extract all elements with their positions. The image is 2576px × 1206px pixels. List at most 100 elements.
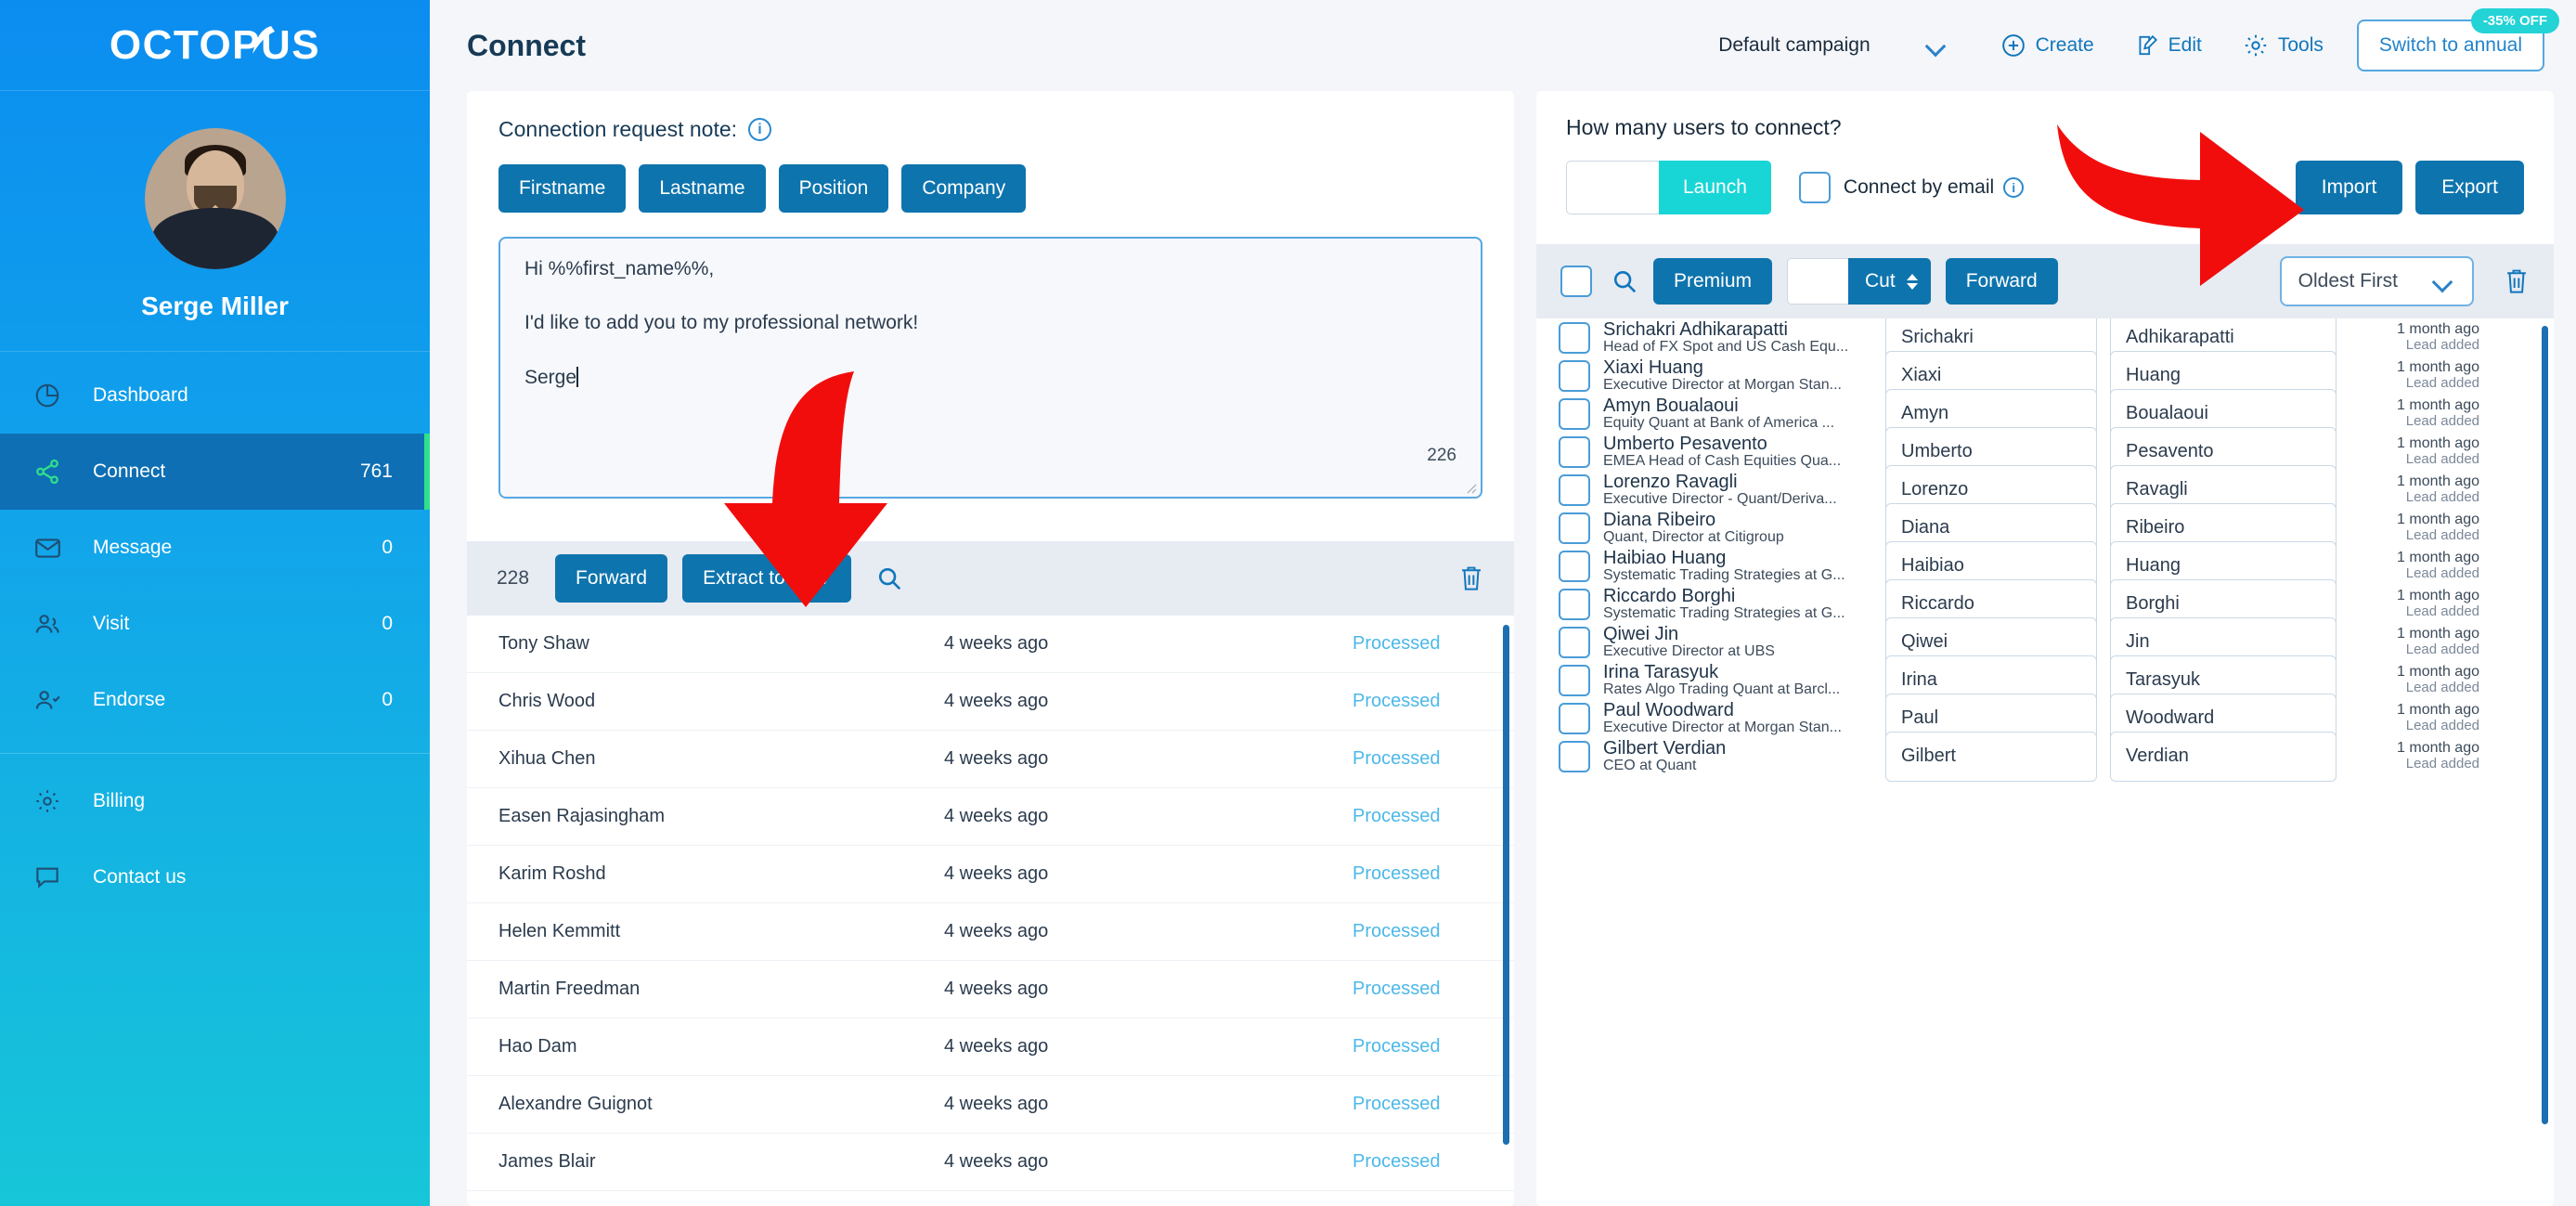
trash-icon[interactable]	[2504, 266, 2530, 296]
cut-button[interactable]: Cut	[1848, 258, 1931, 305]
cut-count-input[interactable]	[1787, 258, 1849, 305]
table-row[interactable]: James Blair 4 weeks ago Processed	[467, 1134, 1514, 1191]
connect-users-header: How many users to connect? Launch Connec…	[1536, 91, 2554, 214]
left-list-scrollbar[interactable]	[1503, 625, 1509, 1145]
info-icon[interactable]: i	[2003, 177, 2025, 198]
contact-checkbox[interactable]	[1559, 702, 1590, 734]
table-row[interactable]: Martin Freedman 4 weeks ago Processed	[467, 961, 1514, 1018]
right-list-scrollbar[interactable]	[2542, 326, 2548, 1124]
sidebar-item-endorse[interactable]: Endorse 0	[0, 662, 430, 738]
top-bar: Connect Default campaign Create Edit Too…	[430, 0, 2576, 91]
contact-checkbox[interactable]	[1559, 435, 1590, 468]
search-icon[interactable]	[1611, 267, 1638, 295]
import-button[interactable]: Import	[2295, 161, 2403, 214]
table-row[interactable]: Hao Dam 4 weeks ago Processed	[467, 1018, 1514, 1076]
contact-checkbox[interactable]	[1559, 397, 1590, 430]
forward-button[interactable]: Forward	[555, 554, 668, 603]
contact-identity: Umberto Pesavento EMEA Head of Cash Equi…	[1603, 434, 1872, 470]
export-button[interactable]: Export	[2415, 161, 2524, 214]
last-name-field[interactable]: Verdian	[2110, 731, 2337, 782]
sidebar-divider	[0, 753, 430, 754]
contact-time: 1 month ago	[2397, 435, 2479, 452]
contact-checkbox[interactable]	[1559, 740, 1590, 772]
sidebar-item-contact-us[interactable]: Contact us	[0, 839, 430, 915]
gear-icon	[2245, 34, 2267, 57]
premium-button[interactable]: Premium	[1653, 258, 1773, 305]
connect-by-email-label: Connect by email	[1843, 176, 1995, 198]
sidebar-item-count: 0	[382, 689, 393, 710]
forward-button[interactable]: Forward	[1945, 258, 2058, 305]
search-icon[interactable]	[875, 564, 903, 592]
table-row[interactable]: Alexandre Guignot 4 weeks ago Processed	[467, 1076, 1514, 1134]
table-row[interactable]: Xihua Chen 4 weeks ago Processed	[467, 731, 1514, 788]
launch-button[interactable]: Launch	[1659, 161, 1771, 214]
contact-checkbox[interactable]	[1559, 512, 1590, 544]
status-badge: Processed	[1353, 863, 1441, 884]
contact-identity: Srichakri Adhikarapatti Head of FX Spot …	[1603, 319, 1872, 356]
extract-to-csv-button[interactable]: Extract to CSV	[682, 554, 851, 603]
first-name-field[interactable]: Gilbert	[1885, 731, 2097, 782]
contact-checkbox[interactable]	[1559, 664, 1590, 696]
tag-company-button[interactable]: Company	[901, 164, 1027, 213]
contact-checkbox[interactable]	[1559, 626, 1590, 658]
table-row[interactable]: Tony Shaw 4 weeks ago Processed	[467, 616, 1514, 673]
contact-title: Executive Director at Morgan Stan...	[1603, 377, 1842, 393]
campaign-dropdown[interactable]: Default campaign	[1718, 34, 1948, 57]
contact-event: Lead added	[2405, 603, 2479, 620]
contact-title: Executive Director at UBS	[1603, 643, 1775, 659]
contact-checkbox[interactable]	[1559, 473, 1590, 506]
select-all-checkbox[interactable]	[1560, 266, 1592, 297]
logo-area[interactable]: OCTOPUS	[0, 0, 430, 91]
users-count-input[interactable]	[1566, 161, 1659, 214]
contact-identity: Irina Tarasyuk Rates Algo Trading Quant …	[1603, 662, 1872, 698]
create-button[interactable]: Create	[1980, 32, 2115, 58]
contact-title: Executive Director - Quant/Deriva...	[1603, 491, 1837, 507]
tag-firstname-button[interactable]: Firstname	[498, 164, 627, 213]
status-badge: Processed	[1353, 921, 1441, 941]
contact-time: 1 month ago	[2397, 588, 2479, 604]
sidebar-item-message[interactable]: Message 0	[0, 510, 430, 586]
tag-lastname-button[interactable]: Lastname	[639, 164, 766, 213]
list-item[interactable]: Gilbert Verdian CEO at Quant Gilbert Ver…	[1536, 731, 2554, 782]
avatar-body	[151, 208, 278, 269]
contact-event: Lead added	[2405, 527, 2479, 544]
table-row[interactable]: Easen Rajasingham 4 weeks ago Processed	[467, 788, 1514, 846]
tools-button[interactable]: Tools	[2222, 32, 2344, 58]
contact-event: Lead added	[2405, 489, 2479, 506]
table-row[interactable]: Chris Wood 4 weeks ago Processed	[467, 673, 1514, 731]
sidebar-item-connect[interactable]: Connect 761	[0, 434, 430, 510]
note-header: Connection request note: i Firstname Las…	[467, 91, 1514, 213]
sidebar-item-billing[interactable]: Billing	[0, 763, 430, 839]
note-textarea[interactable]: Hi %%first_name%%, I'd like to add you t…	[498, 237, 1482, 499]
sort-dropdown[interactable]: Oldest First	[2279, 256, 2474, 306]
contact-checkbox[interactable]	[1559, 359, 1590, 392]
content-area: Connection request note: i Firstname Las…	[430, 91, 2576, 1206]
users-question-label: How many users to connect?	[1566, 115, 1842, 139]
contact-name: Paul Woodward	[1603, 699, 1734, 720]
sidebar-item-label: Contact us	[93, 866, 187, 888]
tag-position-button[interactable]: Position	[778, 164, 889, 213]
contact-identity: Qiwei Jin Executive Director at UBS	[1603, 624, 1872, 660]
resize-grip-icon[interactable]	[1462, 479, 1477, 494]
trash-icon[interactable]	[1458, 564, 1484, 593]
processed-list-toolbar: 228 Forward Extract to CSV	[467, 541, 1514, 616]
sidebar-item-dashboard[interactable]: Dashboard	[0, 357, 430, 434]
switch-to-annual-button[interactable]: Switch to annual -35% OFF	[2356, 8, 2559, 71]
sidebar-item-visit[interactable]: Visit 0	[0, 586, 430, 662]
contact-event: Lead added	[2405, 642, 2479, 658]
user-check-icon	[33, 687, 71, 713]
chevron-down-icon	[1926, 39, 1948, 52]
connect-by-email-checkbox[interactable]	[1798, 172, 1831, 203]
contact-checkbox[interactable]	[1559, 550, 1590, 582]
contact-checkbox[interactable]	[1559, 321, 1590, 354]
contact-meta: 1 month ago Lead added	[2359, 397, 2479, 430]
edit-button[interactable]: Edit	[2115, 33, 2222, 58]
tools-button-label: Tools	[2277, 34, 2324, 56]
table-row[interactable]: Helen Kemmitt 4 weeks ago Processed	[467, 903, 1514, 961]
contact-event: Lead added	[2405, 337, 2479, 354]
processed-time: 4 weeks ago	[944, 748, 1049, 769]
table-row[interactable]: Karim Roshd 4 weeks ago Processed	[467, 846, 1514, 903]
info-icon[interactable]: i	[748, 118, 772, 141]
stepper-icon[interactable]	[1906, 273, 1918, 290]
contact-checkbox[interactable]	[1559, 588, 1590, 620]
